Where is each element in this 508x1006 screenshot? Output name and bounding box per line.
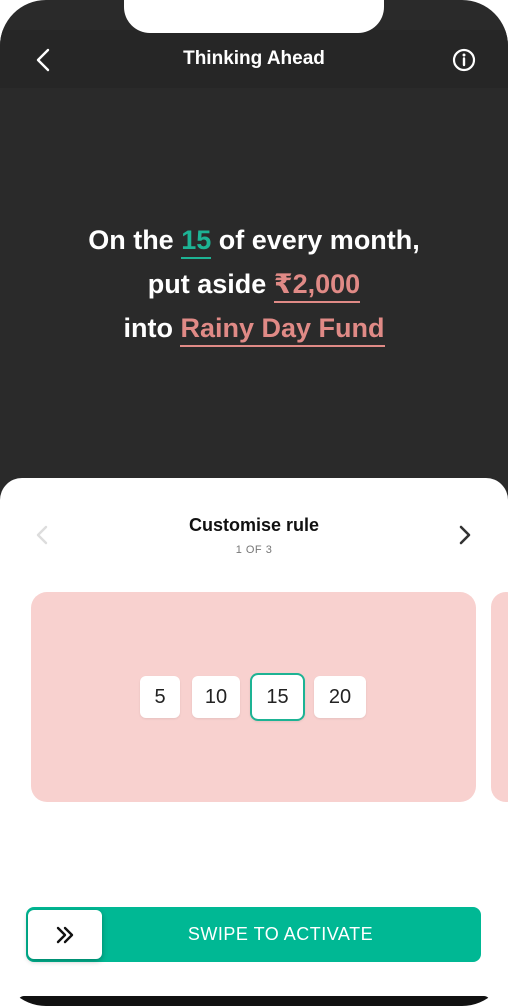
step-indicator: 1 OF 3 (235, 544, 273, 556)
device-notch (124, 0, 384, 33)
day-option-15[interactable]: 15 (250, 673, 305, 721)
rule-text: put aside (147, 269, 274, 299)
next-step-button[interactable] (451, 521, 479, 549)
rule-text: of every month, (211, 225, 420, 255)
rule-text: On the (88, 225, 182, 255)
page-title: Thinking Ahead (183, 48, 325, 69)
day-option-20[interactable]: 20 (314, 676, 366, 718)
double-chevron-right-icon (56, 926, 74, 943)
device-bottom-edge (18, 996, 490, 1006)
amount-value-link[interactable]: ₹2,000 (273, 267, 361, 303)
info-button[interactable] (450, 46, 478, 74)
rule-text: into (123, 313, 181, 343)
day-option-5[interactable]: 5 (140, 676, 180, 718)
rule-line-2: put aside ₹2,000 (0, 262, 508, 306)
swipe-handle[interactable] (28, 910, 102, 959)
info-circle-icon (452, 48, 476, 72)
chevron-right-icon (459, 525, 471, 545)
phone-screen: Thinking Ahead On the 15 of every month,… (0, 0, 508, 1006)
fund-value-link[interactable]: Rainy Day Fund (180, 311, 385, 347)
sheet-title: Customise rule (188, 515, 320, 535)
day-option-10[interactable]: 10 (192, 676, 240, 718)
next-card-peek[interactable] (491, 592, 508, 802)
rule-summary: On the 15 of every month, put aside ₹2,0… (0, 218, 508, 350)
rule-line-3: into Rainy Day Fund (0, 306, 508, 350)
day-value-link[interactable]: 15 (181, 223, 212, 259)
rule-line-1: On the 15 of every month, (0, 218, 508, 262)
